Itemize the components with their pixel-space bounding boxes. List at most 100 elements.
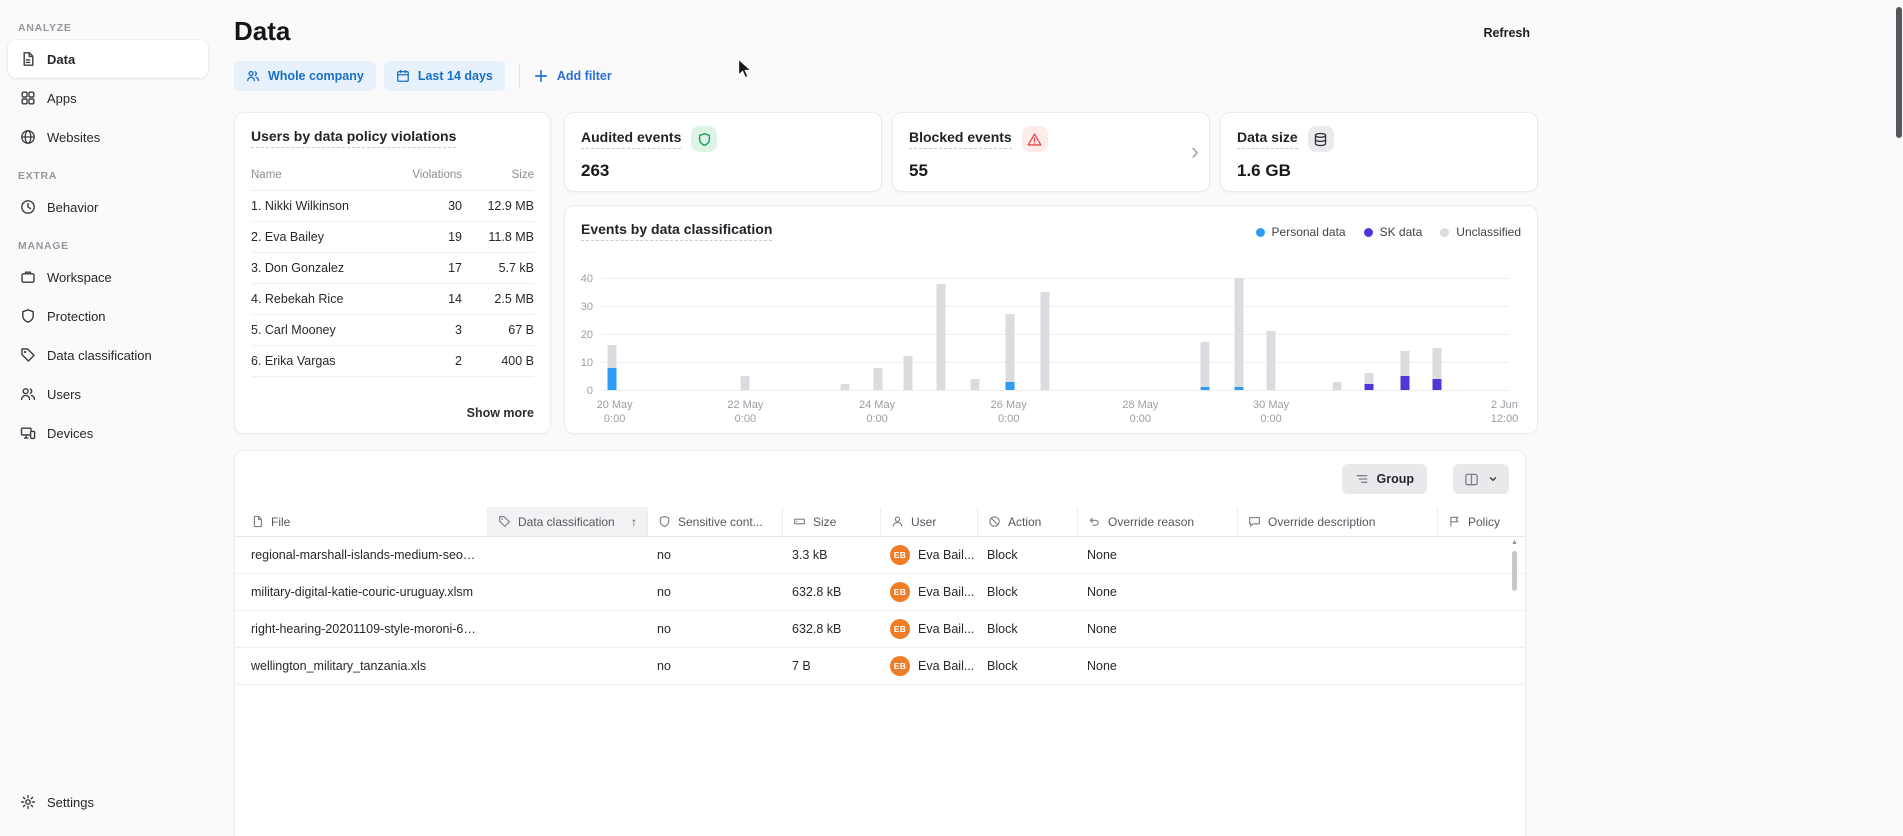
violations-user-name: 2. Eva Bailey	[251, 230, 398, 244]
group-button-label: Group	[1377, 472, 1415, 486]
sidebar-item-label: Websites	[47, 130, 100, 145]
y-axis-label: 0	[587, 385, 593, 397]
column-label: Override description	[1268, 515, 1375, 529]
user-icon	[891, 515, 904, 528]
sidebar-item-label: Protection	[47, 309, 106, 324]
chart-bar	[1433, 348, 1442, 390]
sidebar-item-protection[interactable]: Protection	[8, 297, 208, 335]
table-row[interactable]: regional-marshall-islands-medium-seoul-f…	[235, 537, 1525, 574]
blocked-events-card: Blocked events 55 ›	[892, 112, 1210, 192]
table-row[interactable]: wellington_military_tanzania.xlsno7 BEBE…	[235, 648, 1525, 685]
legend-dot	[1364, 228, 1373, 237]
chart-bar-segment-unclassified	[873, 368, 882, 390]
chart-bar	[936, 284, 945, 390]
violations-count: 30	[398, 199, 462, 213]
globe-icon	[20, 129, 36, 145]
column-header-override-reason[interactable]: Override reason	[1077, 507, 1237, 536]
sidebar-item-users[interactable]: Users	[8, 375, 208, 413]
chart-bar-segment-unclassified	[903, 356, 912, 390]
tag-icon	[498, 515, 511, 528]
violations-row[interactable]: 1. Nikki Wilkinson3012.9 MB	[251, 191, 534, 222]
violations-row[interactable]: 2. Eva Bailey1911.8 MB	[251, 222, 534, 253]
table-row[interactable]: military-digital-katie-couric-uruguay.xl…	[235, 574, 1525, 611]
section-extra: EXTRA	[18, 170, 198, 182]
chart-bar	[1005, 314, 1014, 390]
warning-icon	[1022, 126, 1048, 152]
legend-label: Unclassified	[1456, 225, 1521, 239]
file-cell: right-hearing-20201109-style-moroni-6027…	[235, 622, 487, 636]
x-axis-label: 26 May0:00	[991, 398, 1027, 427]
shield-check-icon	[691, 126, 717, 152]
page-title: Data	[234, 16, 290, 47]
sidebar-item-devices[interactable]: Devices	[8, 414, 208, 452]
column-header-policy[interactable]: Policy	[1437, 507, 1525, 536]
violations-count: 2	[398, 354, 462, 368]
legend-sk-data[interactable]: SK data	[1364, 225, 1423, 239]
file-icon	[251, 515, 264, 528]
sidebar-item-apps[interactable]: Apps	[8, 79, 208, 117]
drive-icon	[793, 515, 806, 528]
show-more-button[interactable]: Show more	[467, 406, 534, 420]
table-row[interactable]: right-hearing-20201109-style-moroni-6027…	[235, 611, 1525, 648]
legend-personal-data[interactable]: Personal data	[1256, 225, 1346, 239]
column-header-size[interactable]: Size	[782, 507, 880, 536]
chip-label: Last 14 days	[418, 69, 493, 83]
user-avatar: EB	[890, 545, 910, 565]
sidebar-item-workspace[interactable]: Workspace	[8, 258, 208, 296]
violations-row[interactable]: 4. Rebekah Rice142.5 MB	[251, 284, 534, 315]
column-header-action[interactable]: Action	[977, 507, 1077, 536]
table-scrollbar-thumb[interactable]	[1512, 551, 1517, 591]
chart-bar-segment-personal	[607, 368, 616, 390]
chevron-right-icon[interactable]: ›	[1191, 140, 1199, 164]
sidebar-item-websites[interactable]: Websites	[8, 118, 208, 156]
add-filter-button[interactable]: Add filter	[533, 68, 612, 84]
people-icon	[246, 69, 260, 83]
column-label: Action	[1008, 515, 1041, 529]
override-reason-cell: None	[1077, 585, 1237, 599]
column-header-data-classification[interactable]: Data classification ↑	[487, 507, 647, 536]
flag-icon	[1448, 515, 1461, 528]
refresh-button[interactable]: Refresh	[1483, 26, 1530, 40]
chat-icon	[1248, 515, 1261, 528]
columns-button[interactable]	[1453, 464, 1509, 494]
chart-bar	[903, 356, 912, 390]
violations-row[interactable]: 6. Erika Vargas2400 B	[251, 346, 534, 377]
section-manage: MANAGE	[18, 240, 198, 252]
sidebar-item-data[interactable]: Data	[8, 40, 208, 78]
sidebar-item-settings[interactable]: Settings	[8, 783, 208, 821]
sidebar-item-behavior[interactable]: Behavior	[8, 188, 208, 226]
data-size-value: 1.6 GB	[1237, 161, 1521, 181]
action-cell: Block	[977, 548, 1077, 562]
sidebar: ANALYZE Data Apps Websites EXTRA Behavio	[0, 0, 216, 836]
legend-unclassified[interactable]: Unclassified	[1440, 225, 1521, 239]
table-scrollbar[interactable]: ▲	[1509, 539, 1521, 836]
sensitive-content-cell: no	[647, 585, 782, 599]
gear-icon	[20, 794, 36, 810]
whole-company-chip[interactable]: Whole company	[234, 61, 376, 91]
column-header-user[interactable]: User	[880, 507, 977, 536]
override-reason-cell: None	[1077, 659, 1237, 673]
violations-row[interactable]: 5. Carl Mooney367 B	[251, 315, 534, 346]
col-violations: Violations	[398, 169, 462, 181]
column-header-file[interactable]: File	[235, 507, 487, 536]
chart-plot: 01020304020 May0:0022 May0:0024 May0:002…	[601, 279, 1509, 391]
filter-divider	[519, 63, 520, 89]
chart-bar	[873, 368, 882, 390]
column-label: Size	[813, 515, 836, 529]
chart-bar-segment-unclassified	[1235, 278, 1244, 387]
chart-bar	[741, 376, 750, 390]
action-cell: Block	[977, 622, 1077, 636]
page-scrollbar-thumb[interactable]	[1896, 7, 1902, 138]
sidebar-item-data-classification[interactable]: Data classification	[8, 336, 208, 374]
violations-row[interactable]: 3. Don Gonzalez175.7 kB	[251, 253, 534, 284]
column-header-sensitive-content[interactable]: Sensitive cont...	[647, 507, 782, 536]
column-label: Policy	[1468, 515, 1500, 529]
audited-events-card: Audited events 263	[564, 112, 882, 192]
scroll-up-icon[interactable]: ▲	[1511, 539, 1518, 546]
column-header-override-description[interactable]: Override description	[1237, 507, 1437, 536]
group-button[interactable]: Group	[1342, 464, 1428, 494]
date-range-chip[interactable]: Last 14 days	[384, 61, 505, 91]
sidebar-item-label: Behavior	[47, 200, 98, 215]
devices-icon	[20, 425, 36, 441]
violations-size: 11.8 MB	[462, 230, 534, 244]
